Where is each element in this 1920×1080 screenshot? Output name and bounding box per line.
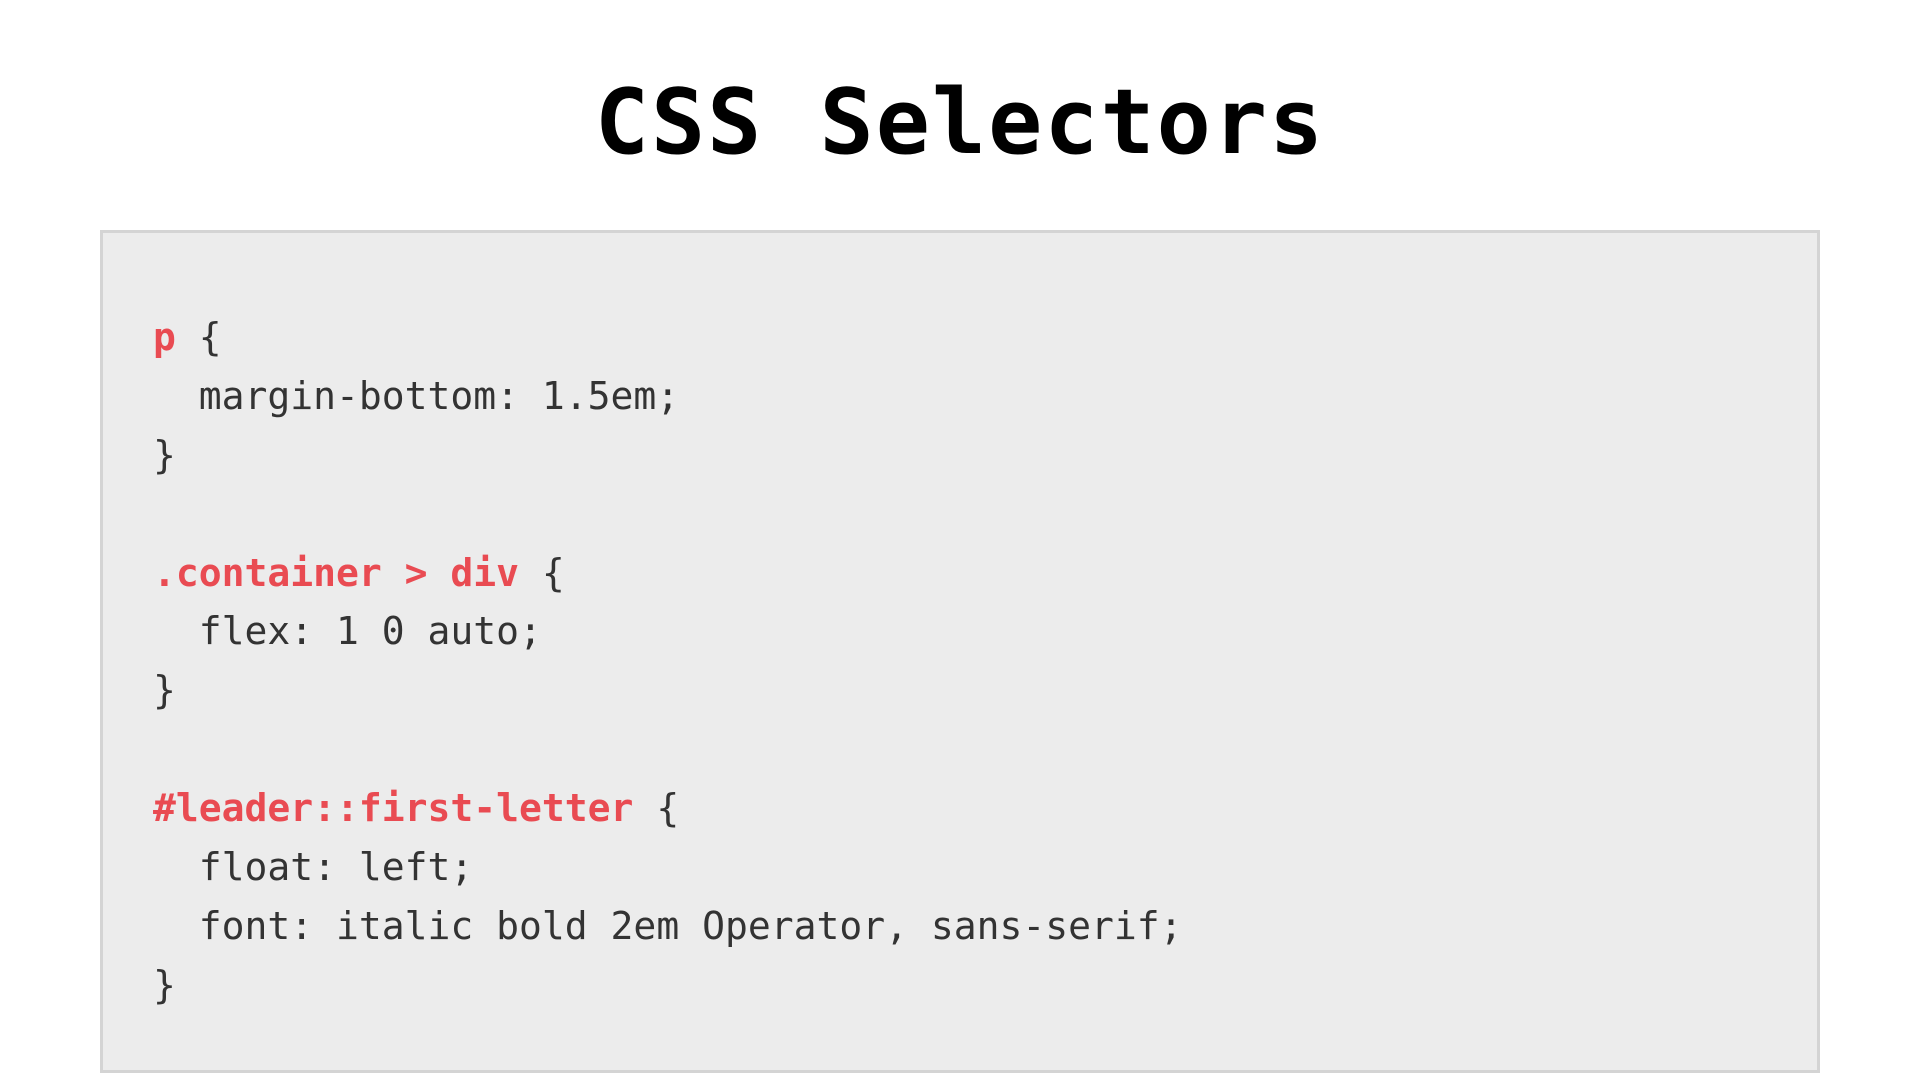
code-block: p { margin-bottom: 1.5em; } .container >… <box>100 230 1820 1073</box>
brace-close-2: } <box>153 668 176 712</box>
brace-open-1: { <box>176 315 222 359</box>
brace-close-1: } <box>153 433 176 477</box>
brace-open-2: { <box>519 551 565 595</box>
selector-3: #leader::first-letter <box>153 786 633 830</box>
declaration-3-1: font: italic bold 2em Operator, sans-ser… <box>153 904 1183 948</box>
declaration-2-0: flex: 1 0 auto; <box>153 609 542 653</box>
brace-open-3: { <box>633 786 679 830</box>
selector-2: .container > div <box>153 551 519 595</box>
declaration-3-0: float: left; <box>153 845 473 889</box>
slide-title: CSS Selectors <box>595 70 1325 175</box>
selector-1: p <box>153 315 176 359</box>
brace-close-3: } <box>153 963 176 1007</box>
declaration-1-0: margin-bottom: 1.5em; <box>153 374 679 418</box>
